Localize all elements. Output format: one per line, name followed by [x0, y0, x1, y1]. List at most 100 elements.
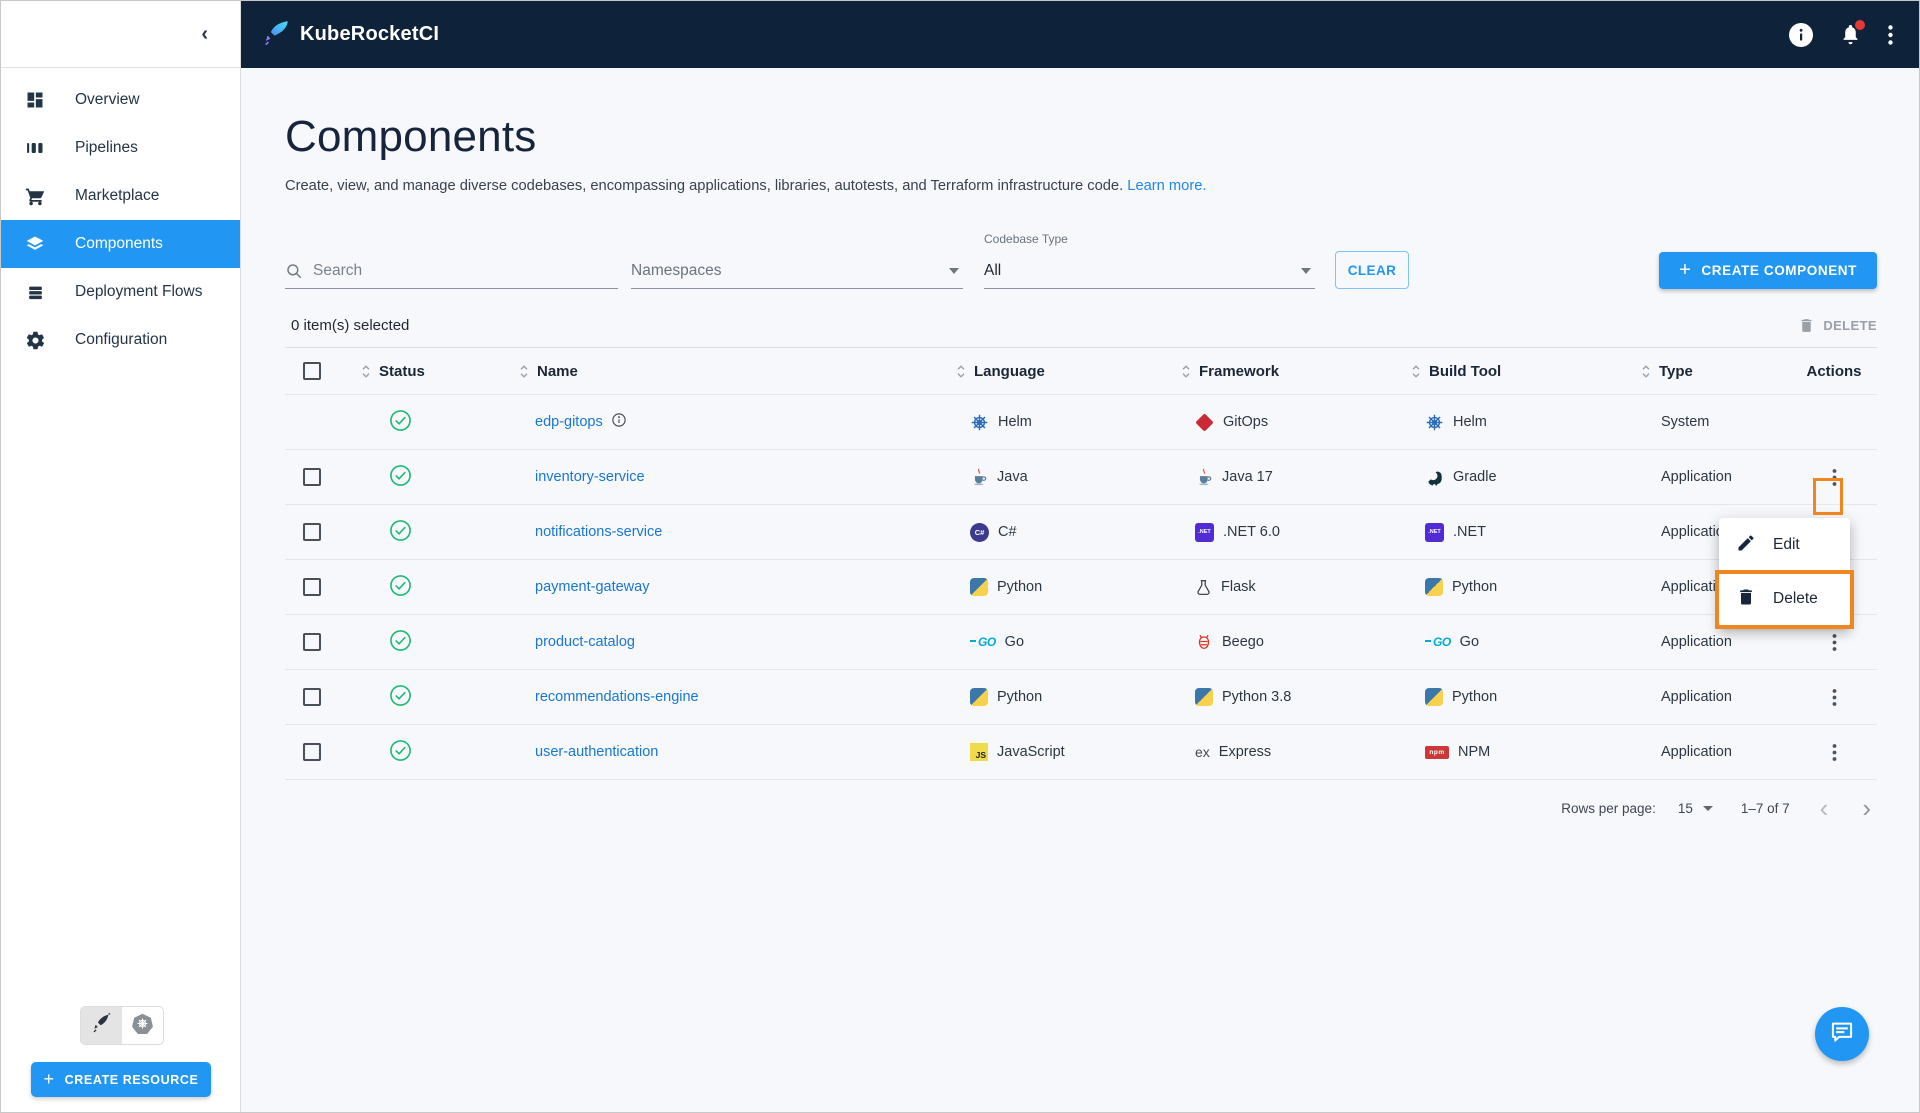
select-all-checkbox[interactable]: [303, 362, 321, 380]
chevron-down-icon: [1702, 805, 1713, 811]
codebase-type-select[interactable]: All: [984, 253, 1315, 289]
sidebar-item-deployment-flows[interactable]: Deployment Flows: [1, 268, 240, 316]
column-header-name[interactable]: Name: [519, 363, 956, 380]
framework-label: GitOps: [1223, 414, 1269, 430]
pagination-bar: Rows per page: 15 1–7 of 7 ‹ ›: [1561, 793, 1871, 823]
framework-label: .NET 6.0: [1223, 524, 1280, 540]
component-name-link[interactable]: notifications-service: [535, 524, 662, 540]
language-label: Python: [997, 689, 1043, 705]
language-label: JavaScript: [997, 744, 1065, 760]
rocket-logo-icon: [263, 19, 290, 51]
sidebar-header: ‹: [1, 1, 240, 68]
context-menu-edit[interactable]: Edit: [1719, 518, 1850, 572]
create-resource-label: CREATE RESOURCE: [64, 1072, 199, 1087]
create-component-button[interactable]: + CREATE COMPONENT: [1659, 252, 1877, 289]
column-header-build-tool[interactable]: Build Tool: [1411, 363, 1641, 380]
chevron-down-icon: [1301, 267, 1311, 274]
search-field: [285, 253, 618, 289]
rows-per-page-value: 15: [1677, 800, 1693, 816]
column-header-framework[interactable]: Framework: [1181, 363, 1411, 380]
sidebar-item-marketplace[interactable]: Marketplace: [1, 172, 240, 220]
bulk-delete-button[interactable]: DELETE: [1798, 317, 1877, 334]
app-window: ‹ Overview Pipelines Marketplace Compone…: [0, 0, 1920, 1113]
python-icon: [970, 578, 988, 596]
type-label: Application: [1661, 634, 1732, 650]
column-header-type[interactable]: Type: [1641, 363, 1791, 380]
status-ok-icon: [389, 519, 412, 546]
row-checkbox[interactable]: [303, 578, 321, 596]
rocket-view-toggle[interactable]: [81, 1007, 122, 1044]
sidebar-item-configuration[interactable]: Configuration: [1, 316, 240, 364]
sort-icon: [519, 364, 529, 379]
context-menu-delete[interactable]: Delete: [1719, 572, 1850, 626]
context-menu-edit-label: Edit: [1773, 536, 1800, 553]
info-icon[interactable]: [1789, 22, 1813, 47]
npm-icon: npm: [1425, 745, 1449, 759]
selection-bar: 0 item(s) selected DELETE: [285, 317, 1877, 334]
layers-icon: [23, 232, 47, 256]
build-tool-label: Python: [1452, 689, 1498, 705]
rows-per-page-select[interactable]: 15: [1678, 801, 1713, 816]
row-actions-kebab-icon[interactable]: [1826, 630, 1843, 655]
helm-icon: [970, 413, 989, 432]
component-name-link[interactable]: product-catalog: [535, 634, 635, 650]
kubernetes-view-toggle[interactable]: [122, 1007, 163, 1044]
status-ok-icon: [389, 629, 412, 656]
namespaces-label: Namespaces: [631, 261, 722, 279]
component-name-link[interactable]: payment-gateway: [535, 579, 649, 595]
row-checkbox[interactable]: [303, 743, 321, 761]
sidebar-item-overview[interactable]: Overview: [1, 76, 240, 124]
sort-icon: [1411, 364, 1421, 379]
clear-button[interactable]: CLEAR: [1335, 251, 1409, 289]
sort-icon: [361, 364, 371, 379]
sort-icon: [1641, 364, 1651, 379]
row-actions-kebab-icon[interactable]: [1826, 740, 1843, 765]
language-label: Helm: [998, 414, 1032, 430]
header-kebab-menu-icon[interactable]: [1888, 24, 1893, 45]
stacked-bars-icon: [23, 280, 47, 304]
python-icon: [1425, 578, 1443, 596]
row-checkbox[interactable]: [303, 523, 321, 541]
column-header-status[interactable]: Status: [361, 363, 519, 380]
sidebar-collapse-icon[interactable]: ‹: [201, 24, 208, 44]
python-icon: [1425, 688, 1443, 706]
language-label: Go: [1004, 634, 1025, 650]
language-label: Java: [997, 469, 1028, 485]
rows-per-page-label: Rows per page:: [1561, 800, 1656, 816]
component-name-link[interactable]: edp-gitops: [535, 414, 603, 430]
build-tool-label: .NET: [1453, 524, 1487, 540]
csharp-icon: C#: [970, 522, 989, 542]
status-ok-icon: [389, 684, 412, 711]
component-name-link[interactable]: inventory-service: [535, 469, 645, 485]
namespaces-select[interactable]: Namespaces: [631, 253, 963, 289]
page-description: Create, view, and manage diverse codebas…: [285, 178, 1877, 194]
components-table: Status Name Language Framework Build Too…: [285, 347, 1877, 780]
page-description-text: Create, view, and manage diverse codebas…: [285, 178, 1124, 194]
sidebar-item-components[interactable]: Components: [1, 220, 240, 268]
pagination-range: 1–7 of 7: [1740, 800, 1790, 816]
search-input[interactable]: [313, 261, 618, 280]
chat-fab-button[interactable]: [1815, 1007, 1869, 1061]
component-name-link[interactable]: recommendations-engine: [535, 689, 699, 705]
notifications-bell-icon[interactable]: [1839, 20, 1865, 46]
create-component-label: CREATE COMPONENT: [1701, 263, 1857, 278]
trash-icon: [1801, 319, 1812, 332]
flask-icon: [1195, 579, 1212, 596]
row-actions-kebab-icon[interactable]: [1826, 465, 1843, 490]
info-icon[interactable]: [611, 412, 627, 432]
column-header-language[interactable]: Language: [956, 363, 1181, 380]
dotnet-icon: .NET: [1425, 522, 1444, 542]
row-checkbox[interactable]: [303, 633, 321, 651]
row-checkbox[interactable]: [303, 468, 321, 486]
plus-icon: +: [43, 1069, 55, 1089]
row-actions-kebab-icon[interactable]: [1826, 685, 1843, 710]
sidebar-item-pipelines[interactable]: Pipelines: [1, 124, 240, 172]
create-resource-button[interactable]: + CREATE RESOURCE: [31, 1062, 211, 1097]
row-checkbox[interactable]: [303, 688, 321, 706]
trash-icon: [1736, 587, 1756, 612]
sidebar-nav: Overview Pipelines Marketplace Component…: [1, 68, 240, 364]
type-label: System: [1661, 414, 1710, 430]
python-icon: [970, 688, 988, 706]
learn-more-link[interactable]: Learn more.: [1127, 178, 1206, 194]
component-name-link[interactable]: user-authentication: [535, 744, 658, 760]
